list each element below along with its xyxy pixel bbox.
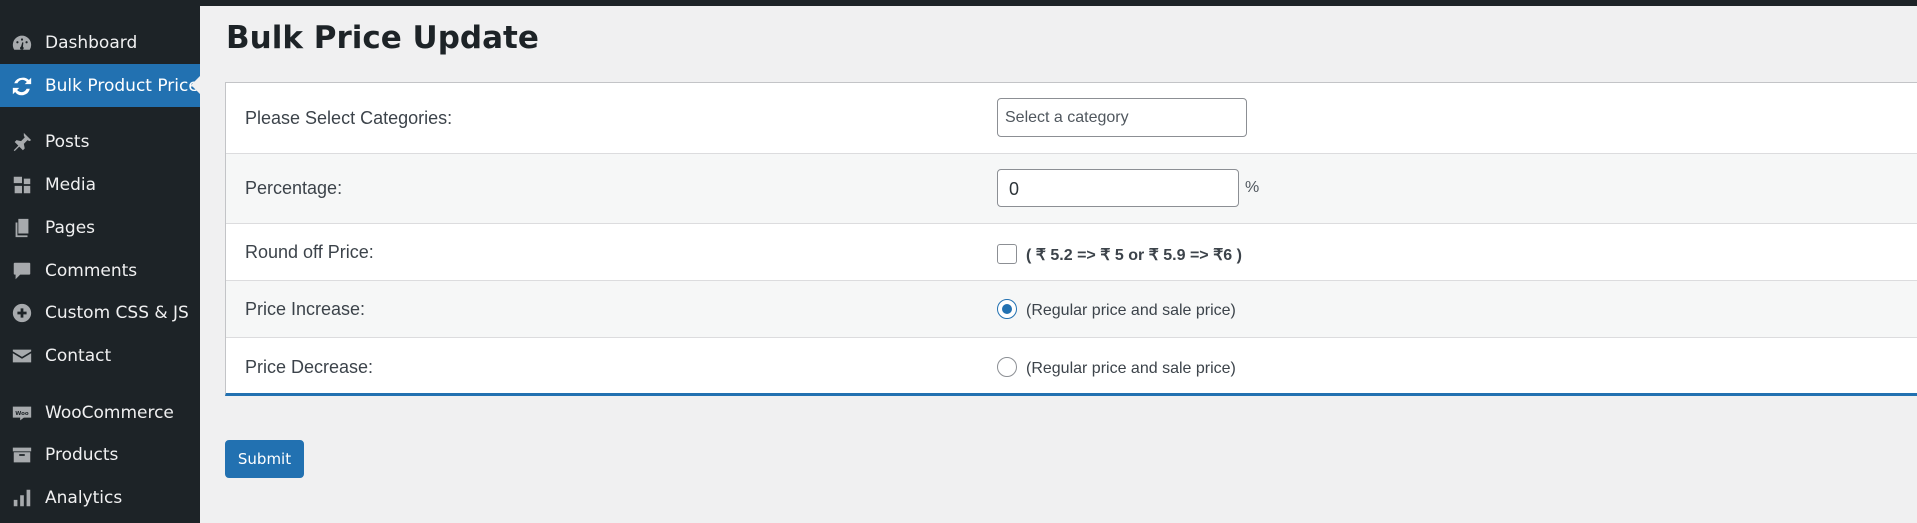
- category-select[interactable]: Select a category: [997, 98, 1247, 137]
- price-decrease-radio[interactable]: [997, 357, 1017, 377]
- bulk-price-form-table: Please Select Categories: Select a categ…: [225, 82, 1917, 396]
- media-icon: [11, 174, 33, 196]
- sidebar-item-label: Pages: [45, 217, 96, 238]
- plus-circle-icon: [11, 302, 33, 324]
- sidebar-item-media[interactable]: Media: [0, 163, 200, 206]
- sidebar-item-label: Media: [45, 174, 97, 195]
- sidebar-item-posts[interactable]: Posts: [0, 120, 200, 163]
- admin-sidebar: Dashboard Bulk Product Price Posts Media…: [0, 0, 200, 523]
- archive-icon: [11, 444, 33, 466]
- percent-unit: %: [1245, 179, 1260, 196]
- sidebar-item-dashboard[interactable]: Dashboard: [0, 21, 200, 64]
- sidebar-item-analytics[interactable]: Analytics: [0, 476, 200, 519]
- bar-chart-icon: [11, 487, 33, 509]
- form-row-round-off: Round off Price: ( ₹ 5.2 => ₹ 5 or ₹ 5.9…: [226, 224, 1917, 281]
- sidebar-item-label: Dashboard: [45, 32, 138, 53]
- pages-icon: [11, 217, 33, 239]
- admin-top-bar: [0, 0, 1917, 6]
- percentage-label: Percentage:: [245, 178, 343, 198]
- woocommerce-icon: Woo: [11, 402, 33, 424]
- pin-icon: [11, 131, 33, 153]
- page-title: Bulk Price Update: [226, 20, 539, 56]
- form-row-price-increase: Price Increase: (Regular price and sale …: [226, 281, 1917, 338]
- submit-button[interactable]: Submit: [225, 440, 304, 478]
- comment-icon: [11, 260, 33, 282]
- sidebar-item-label: WooCommerce: [45, 402, 174, 423]
- form-row-price-decrease: Price Decrease: (Regular price and sale …: [226, 338, 1917, 394]
- sidebar-item-woocommerce[interactable]: Woo WooCommerce: [0, 391, 200, 434]
- svg-text:Woo: Woo: [15, 410, 29, 416]
- sidebar-item-label: Products: [45, 444, 119, 465]
- form-row-percentage: Percentage: 0 %: [226, 154, 1917, 224]
- price-increase-label: Price Increase:: [245, 299, 366, 319]
- sidebar-item-pages[interactable]: Pages: [0, 206, 200, 249]
- sidebar-item-label: Analytics: [45, 487, 123, 508]
- sidebar-item-label: Bulk Product Price: [45, 75, 199, 96]
- sidebar-item-custom-css-js[interactable]: Custom CSS & JS: [0, 291, 200, 334]
- sidebar-item-label: Custom CSS & JS: [45, 302, 189, 323]
- refresh-icon: [11, 75, 33, 97]
- round-off-example: ( ₹ 5.2 => ₹ 5 or ₹ 5.9 => ₹6 ): [1026, 247, 1242, 264]
- price-increase-note: (Regular price and sale price): [1026, 302, 1236, 319]
- sidebar-item-label: Posts: [45, 131, 90, 152]
- sidebar-item-products[interactable]: Products: [0, 433, 200, 476]
- sidebar-item-label: Comments: [45, 260, 138, 281]
- price-increase-radio[interactable]: [997, 299, 1017, 319]
- categories-label: Please Select Categories:: [245, 108, 453, 128]
- sidebar-item-bulk-product-price[interactable]: Bulk Product Price: [0, 64, 200, 107]
- form-row-categories: Please Select Categories: Select a categ…: [226, 83, 1917, 154]
- round-off-checkbox[interactable]: [997, 244, 1017, 264]
- sidebar-item-label: Contact: [45, 345, 112, 366]
- round-off-label: Round off Price:: [245, 242, 374, 262]
- dashboard-icon: [11, 32, 33, 54]
- sidebar-item-comments[interactable]: Comments: [0, 249, 200, 292]
- envelope-icon: [11, 345, 33, 367]
- sidebar-item-contact[interactable]: Contact: [0, 334, 200, 377]
- price-decrease-note: (Regular price and sale price): [1026, 360, 1236, 377]
- percentage-input[interactable]: 0: [997, 169, 1239, 207]
- price-decrease-label: Price Decrease:: [245, 357, 374, 377]
